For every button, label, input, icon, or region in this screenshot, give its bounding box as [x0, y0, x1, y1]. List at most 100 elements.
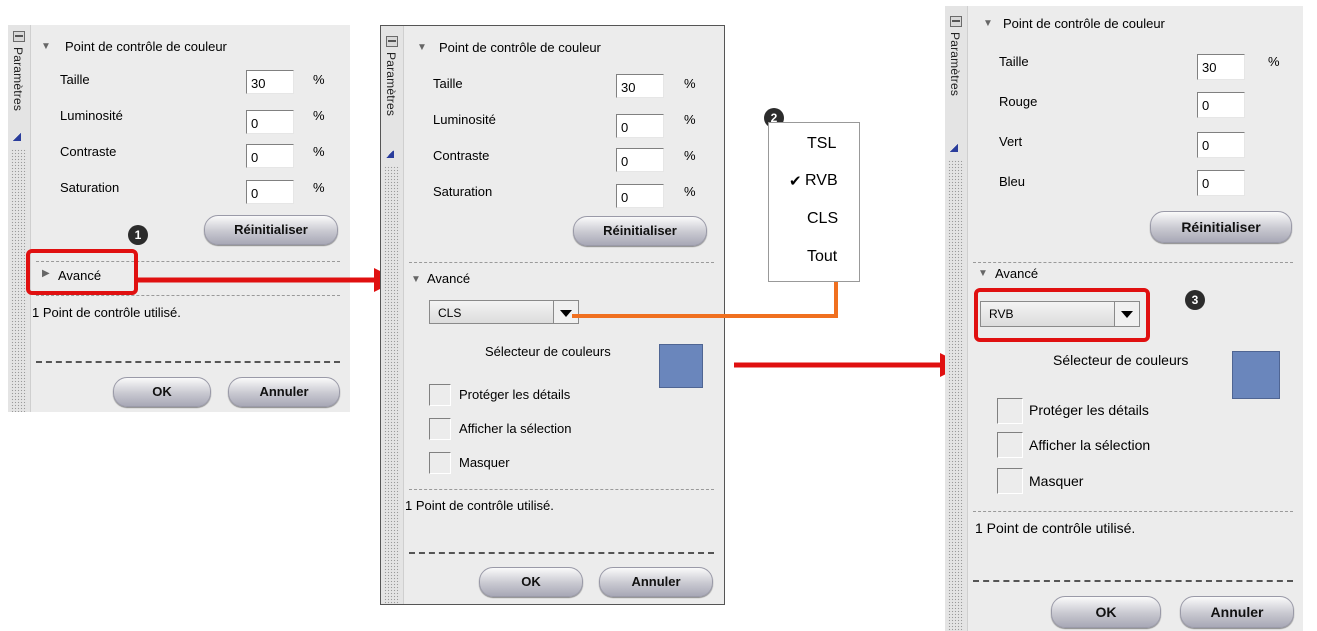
step-marker-1: 1	[128, 225, 148, 245]
field-label: Taille	[999, 54, 1029, 69]
brightness-input[interactable]: 0	[246, 110, 294, 134]
divider	[409, 262, 714, 263]
contrast-input[interactable]: 0	[616, 148, 664, 172]
ok-button[interactable]: OK	[479, 567, 583, 597]
cancel-button[interactable]: Annuler	[1180, 596, 1294, 628]
color-swatch[interactable]	[1232, 351, 1280, 399]
mode-select[interactable]: CLS	[429, 300, 579, 324]
red-input[interactable]: 0	[1197, 92, 1245, 118]
menu-item-tsl[interactable]: TSL	[807, 135, 836, 153]
unit-label: %	[313, 180, 325, 195]
sidebar-strip: Paramètres	[8, 25, 31, 412]
panel-basic: Paramètres ▼ Point de contrôle de couleu…	[8, 25, 350, 412]
field-label: Rouge	[999, 94, 1038, 109]
field-label: Saturation	[433, 184, 493, 199]
sidebar-tab-label[interactable]: Paramètres	[948, 32, 962, 96]
checkbox-label: Afficher la sélection	[459, 421, 572, 436]
field-label: Luminosité	[60, 108, 123, 123]
checkbox-protect-details[interactable]	[997, 398, 1023, 424]
cancel-button[interactable]: Annuler	[228, 377, 340, 407]
green-input[interactable]: 0	[1197, 132, 1245, 158]
resize-corner-icon	[950, 144, 958, 152]
advanced-toggle-label[interactable]: Avancé	[995, 266, 1038, 281]
ok-button[interactable]: OK	[1051, 596, 1161, 628]
field-label: Bleu	[999, 174, 1026, 189]
section-title: Point de contrôle de couleur	[1003, 16, 1165, 31]
divider	[409, 552, 714, 554]
expanded-triangle-icon[interactable]: ▼	[411, 274, 421, 285]
field-label: Saturation	[60, 180, 120, 195]
cancel-button[interactable]: Annuler	[599, 567, 713, 597]
grip-dots[interactable]	[948, 160, 964, 631]
saturation-input[interactable]: 0	[616, 184, 664, 208]
divider	[409, 489, 714, 490]
sidebar-tab-label[interactable]: Paramètres	[384, 52, 398, 116]
divider	[973, 262, 1293, 263]
checkbox-label: Protéger les détails	[1029, 402, 1149, 418]
mode-select-value: CLS	[438, 306, 462, 320]
status-text: 1 Point de contrôle utilisé.	[975, 520, 1136, 536]
checkbox-show-selection[interactable]	[429, 418, 451, 440]
status-text: 1 Point de contrôle utilisé.	[32, 305, 181, 320]
reset-button[interactable]: Réinitialiser	[204, 215, 338, 245]
contrast-input[interactable]: 0	[246, 144, 294, 168]
checkbox-label: Masquer	[459, 455, 510, 470]
resize-corner-icon	[386, 150, 394, 158]
unit-label: %	[684, 76, 696, 91]
flow-arrow	[138, 268, 398, 292]
field-label: Taille	[60, 72, 90, 87]
check-icon: ✔	[789, 173, 802, 190]
brightness-input[interactable]: 0	[616, 114, 664, 138]
color-picker-label: Sélecteur de couleurs	[1053, 352, 1189, 368]
expanded-triangle-icon[interactable]: ▼	[41, 41, 51, 52]
sidebar-strip: Paramètres	[381, 26, 404, 604]
highlight-advanced	[26, 249, 138, 295]
collapse-icon[interactable]	[13, 31, 25, 42]
divider	[973, 511, 1293, 512]
collapse-icon[interactable]	[386, 36, 398, 47]
checkbox-label: Masquer	[1029, 473, 1084, 489]
blue-input[interactable]: 0	[1197, 170, 1245, 196]
expanded-triangle-icon[interactable]: ▼	[978, 268, 988, 279]
color-picker-label: Sélecteur de couleurs	[485, 344, 611, 359]
checkbox-protect-details[interactable]	[429, 384, 451, 406]
menu-item-rvb[interactable]: RVB	[805, 172, 838, 190]
size-input[interactable]: 30	[616, 74, 664, 98]
section-title: Point de contrôle de couleur	[65, 39, 227, 54]
unit-label: %	[1268, 54, 1280, 69]
unit-label: %	[313, 144, 325, 159]
resize-corner-icon	[13, 133, 21, 141]
sidebar-tab-label[interactable]: Paramètres	[11, 47, 25, 111]
checkbox-mask[interactable]	[997, 468, 1023, 494]
sidebar-strip: Paramètres	[945, 6, 968, 631]
reset-button[interactable]: Réinitialiser	[1150, 211, 1292, 243]
divider	[973, 580, 1293, 582]
unit-label: %	[684, 148, 696, 163]
saturation-input[interactable]: 0	[246, 180, 294, 204]
checkbox-show-selection[interactable]	[997, 432, 1023, 458]
field-label: Contraste	[60, 144, 117, 159]
checkbox-label: Protéger les détails	[459, 387, 571, 402]
grip-dots[interactable]	[11, 149, 27, 412]
highlight-mode-select	[974, 288, 1150, 342]
menu-item-cls[interactable]: CLS	[807, 210, 838, 228]
size-input[interactable]: 30	[246, 70, 294, 94]
divider	[36, 361, 340, 363]
ok-button[interactable]: OK	[113, 377, 211, 407]
flow-arrow	[734, 353, 964, 377]
unit-label: %	[313, 108, 325, 123]
checkbox-mask[interactable]	[429, 452, 451, 474]
expanded-triangle-icon[interactable]: ▼	[983, 18, 993, 29]
grip-dots[interactable]	[384, 166, 400, 604]
menu-item-all[interactable]: Tout	[807, 248, 837, 266]
field-label: Contraste	[433, 148, 490, 163]
advanced-toggle-label[interactable]: Avancé	[427, 271, 470, 286]
color-swatch[interactable]	[659, 344, 703, 388]
reset-button[interactable]: Réinitialiser	[573, 216, 707, 246]
status-text: 1 Point de contrôle utilisé.	[405, 498, 554, 513]
size-input[interactable]: 30	[1197, 54, 1245, 80]
expanded-triangle-icon[interactable]: ▼	[417, 42, 427, 53]
section-title: Point de contrôle de couleur	[439, 40, 601, 55]
collapse-icon[interactable]	[950, 16, 962, 27]
unit-label: %	[684, 112, 696, 127]
